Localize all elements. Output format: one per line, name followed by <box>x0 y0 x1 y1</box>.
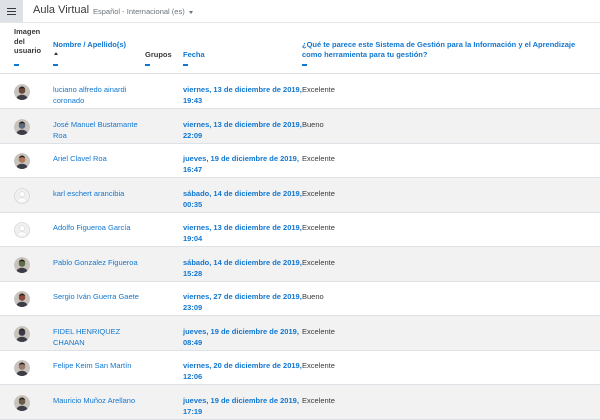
response-answer: Excelente <box>302 361 335 370</box>
user-avatar[interactable] <box>14 153 30 169</box>
user-name-link[interactable]: Pablo Gonzalez Figueroa <box>53 257 143 268</box>
collapse-column-icon[interactable] <box>183 64 188 66</box>
site-title[interactable]: Aula Virtual <box>33 4 89 16</box>
header-line: Imagen <box>14 27 41 36</box>
column-header-pregunta[interactable]: ¿Qué te parece este Sistema de Gestión p… <box>302 40 594 59</box>
response-answer: Excelente <box>302 395 335 405</box>
table-row: Adolfo Figueroa García viernes, 13 de dic… <box>0 212 600 247</box>
response-date-link[interactable]: sábado, 14 de diciembre de 2019, 15:28 <box>183 257 308 279</box>
table-row: Sergio Iván Guerra Gaete viernes, 27 de d… <box>0 281 600 316</box>
table-row: Felipe Keim San Martín viernes, 20 de dic… <box>0 350 600 385</box>
user-avatar[interactable] <box>14 118 30 135</box>
user-avatar[interactable] <box>14 291 30 307</box>
hamburger-icon <box>7 7 16 15</box>
user-name-link[interactable]: luciano alfredo ainardi coronado <box>53 84 143 106</box>
default-user-avatar-icon[interactable] <box>14 222 30 238</box>
sort-ascending-icon[interactable] <box>54 52 58 55</box>
collapse-column-icon[interactable] <box>53 64 58 66</box>
response-answer: Bueno <box>302 292 324 301</box>
table-row: karl eschert arancibia sábado, 14 de dici… <box>0 177 600 213</box>
user-name-link[interactable]: Sergio Iván Guerra Gaete <box>53 291 143 302</box>
column-header-fecha[interactable]: Fecha <box>183 50 205 60</box>
collapse-column-icon[interactable] <box>145 64 150 66</box>
response-answer: Bueno <box>302 119 324 129</box>
user-avatar[interactable] <box>14 84 30 100</box>
user-name-link[interactable]: Felipe Keim San Martín <box>53 360 143 371</box>
table-row: José Manuel Bustamante Roa viernes, 13 de… <box>0 108 600 144</box>
header-line: del <box>14 36 25 46</box>
response-answer: Excelente <box>302 257 335 267</box>
caret-down-icon <box>188 10 193 14</box>
user-name-link[interactable]: FIDEL HENRIQUEZ CHANAN <box>53 326 143 348</box>
response-date-link[interactable]: jueves, 19 de diciembre de 2019, 16:47 <box>183 153 308 175</box>
response-answer: Excelente <box>302 188 335 198</box>
language-label: Español - Internacional (es) <box>93 7 185 16</box>
response-date-link[interactable]: viernes, 27 de diciembre de 2019, 23:09 <box>183 291 308 313</box>
response-date-link[interactable]: jueves, 19 de diciembre de 2019, 17:19 <box>183 395 308 417</box>
column-header-nombre[interactable]: Nombre / Apellido(s) <box>53 40 126 50</box>
response-date-link[interactable]: viernes, 13 de diciembre de 2019, 22:09 <box>183 119 308 141</box>
top-navbar: Aula Virtual Español - Internacional (es… <box>0 0 600 23</box>
user-avatar[interactable] <box>14 394 30 411</box>
response-date-link[interactable]: sábado, 14 de diciembre de 2019, 00:35 <box>183 188 308 210</box>
column-header-grupos: Grupos <box>145 50 172 59</box>
user-avatar[interactable] <box>14 360 30 376</box>
user-name-link[interactable]: Mauricio Muñoz Arellano <box>53 395 143 406</box>
table-row: FIDEL HENRIQUEZ CHANAN jueves, 19 de dici… <box>0 315 600 351</box>
response-answer: Excelente <box>302 223 335 232</box>
nav-drawer-toggle-button[interactable] <box>0 0 23 22</box>
language-selector[interactable]: Español - Internacional (es) <box>93 7 193 16</box>
user-name-link[interactable]: karl eschert arancibia <box>53 188 143 199</box>
column-header-imagen: Imagen del usuario <box>14 27 41 56</box>
table-row: Mauricio Muñoz Arellano jueves, 19 de dic… <box>0 384 600 420</box>
table-row: luciano alfredo ainardi coronado viernes,… <box>0 74 600 109</box>
response-answer: Excelente <box>302 85 335 94</box>
response-answer: Excelente <box>302 154 335 163</box>
table-row: Ariel Clavel Roa jueves, 19 de diciembre … <box>0 143 600 178</box>
user-name-link[interactable]: Ariel Clavel Roa <box>53 153 143 164</box>
user-name-link[interactable]: José Manuel Bustamante Roa <box>53 119 143 141</box>
response-date-link[interactable]: viernes, 13 de diciembre de 2019, 19:43 <box>183 84 308 106</box>
user-name-link[interactable]: Adolfo Figueroa García <box>53 222 143 233</box>
table-header: Imagen del usuario Nombre / Apellido(s) … <box>0 23 600 74</box>
response-answer: Excelente <box>302 326 335 336</box>
table-row: Pablo Gonzalez Figueroa sábado, 14 de dic… <box>0 246 600 282</box>
user-avatar[interactable] <box>14 256 30 273</box>
default-user-avatar-icon[interactable] <box>14 187 30 204</box>
response-date-link[interactable]: jueves, 19 de diciembre de 2019, 08:49 <box>183 326 308 348</box>
header-line: usuario <box>14 46 42 55</box>
response-date-link[interactable]: viernes, 13 de diciembre de 2019, 19:04 <box>183 222 308 244</box>
response-date-link[interactable]: viernes, 20 de diciembre de 2019, 12:06 <box>183 360 308 382</box>
collapse-column-icon[interactable] <box>14 64 19 66</box>
collapse-column-icon[interactable] <box>302 64 307 66</box>
user-avatar[interactable] <box>14 325 30 342</box>
